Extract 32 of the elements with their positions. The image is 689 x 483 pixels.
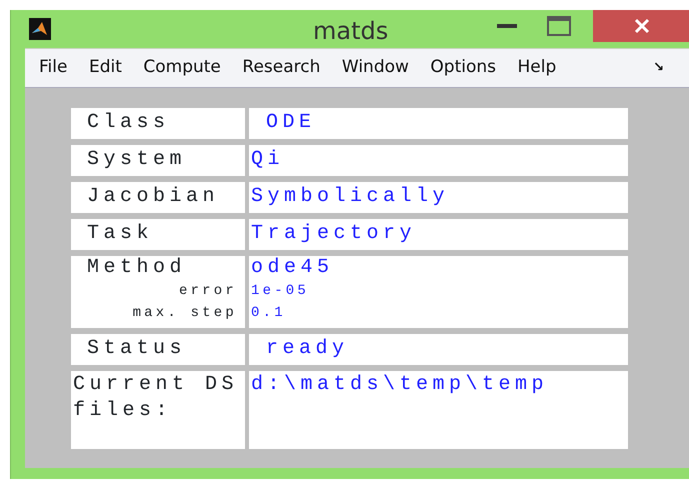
minimize-icon bbox=[497, 24, 517, 28]
app-icon bbox=[29, 18, 51, 40]
field-value: Trajectory bbox=[250, 221, 418, 247]
field-label: Task bbox=[86, 221, 154, 247]
parameter-label: max. step bbox=[132, 304, 238, 323]
parameter-value: 1e-05 bbox=[250, 282, 310, 301]
close-icon bbox=[634, 18, 650, 34]
field-label: Method bbox=[86, 256, 188, 280]
menu-item[interactable]: Help bbox=[518, 55, 556, 81]
menu-item[interactable]: Options bbox=[430, 55, 496, 81]
window-title: matds bbox=[313, 16, 388, 47]
menu-overflow-button[interactable]: ↘ bbox=[653, 58, 664, 78]
close-button[interactable] bbox=[593, 10, 689, 42]
field-value: ode45 bbox=[250, 256, 335, 280]
field-value: ODE bbox=[265, 110, 317, 136]
maximize-icon bbox=[547, 16, 571, 36]
parameter-label: error bbox=[178, 282, 238, 301]
field-label: Jacobian bbox=[86, 184, 220, 210]
field-value: ready bbox=[265, 336, 350, 362]
field-label: System bbox=[86, 147, 188, 173]
field-value: Qi bbox=[250, 147, 286, 173]
field-value: Symbolically bbox=[250, 184, 450, 210]
menu-item[interactable]: File bbox=[39, 55, 68, 81]
menu-item[interactable]: Research bbox=[242, 55, 320, 81]
field-label: Current DS files: bbox=[72, 372, 240, 424]
menu-item[interactable]: Window bbox=[342, 55, 409, 81]
menu-item[interactable]: Edit bbox=[88, 55, 122, 81]
parameter-value: 0.1 bbox=[250, 304, 287, 323]
field-label: Class bbox=[86, 110, 171, 136]
field-value: d:\matds\temp\temp bbox=[250, 372, 550, 398]
menu-item[interactable]: Compute bbox=[143, 55, 221, 81]
field-label: Status bbox=[86, 336, 188, 362]
